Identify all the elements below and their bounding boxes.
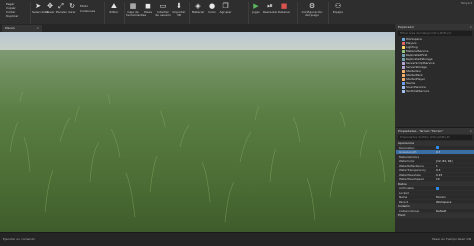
- rotate-icon: ↻: [69, 2, 75, 10]
- tab-place1[interactable]: Place1 ×: [2, 25, 42, 32]
- properties-search-input[interactable]: Propiedades de filtro (Ctrl+Shift+P): [398, 135, 472, 140]
- stop-button[interactable]: ■ Detener: [278, 2, 290, 14]
- select-tool-button[interactable]: ➤ Seleccionar: [32, 2, 49, 14]
- toolbox-icon: ▦: [129, 2, 137, 10]
- material-button[interactable]: ◈ Material: [191, 2, 205, 14]
- explorer-panel: Explorador × Filtrar área de trabajo (Ct…: [396, 24, 474, 126]
- mode-dropdown[interactable]: Modo: [80, 4, 88, 8]
- close-icon[interactable]: ×: [36, 25, 39, 32]
- status-text: Pasar en Tiempo Real: ON: [432, 237, 471, 241]
- part-button[interactable]: ◼ Pieza: [142, 2, 154, 14]
- properties-grid: Apariencia Decoration GrassLength 0.7 Materi…: [396, 141, 474, 218]
- part-icon: ◼: [145, 2, 151, 10]
- 3d-viewport[interactable]: [0, 32, 395, 232]
- terrain-editor-button[interactable]: ⛰ Editor: [107, 2, 121, 14]
- play-icon: ▶: [253, 2, 259, 10]
- scale-tool-button[interactable]: ⤢ Escalar: [56, 2, 67, 14]
- game-settings-icon: ⚙: [308, 2, 316, 10]
- document-tab-bar: Place1 ×: [0, 24, 395, 32]
- property-row[interactable]: WaterWaveSpeed 10: [396, 177, 474, 182]
- property-row[interactable]: CollisionGroup Default: [396, 208, 474, 214]
- property-value[interactable]: Default: [436, 209, 446, 214]
- property-checkbox[interactable]: [436, 146, 439, 150]
- color-button[interactable]: ● Color: [206, 2, 218, 14]
- color-icon: ●: [208, 2, 216, 10]
- group-icon: ❐: [222, 2, 229, 10]
- move-tool-button[interactable]: ✥ Mover: [45, 2, 55, 14]
- rotate-tool-button[interactable]: ↻ Girar: [67, 2, 77, 14]
- property-name: Parent: [399, 199, 408, 204]
- scale-icon: ⤢: [58, 2, 64, 10]
- explorer-header: Explorador ×: [396, 24, 474, 30]
- property-checkbox[interactable]: [436, 186, 439, 190]
- property-value[interactable]: 10: [436, 177, 440, 182]
- duplicate-button[interactable]: Duplicar: [6, 14, 19, 18]
- group-button[interactable]: ❐ Agrupar: [219, 2, 232, 14]
- ui-icon: ▭: [159, 2, 167, 10]
- properties-header: Propiedades - Terrain "Terrain" ×: [396, 128, 474, 134]
- team-icon: ⚇: [334, 2, 342, 10]
- property-row[interactable]: Parent Workspace: [396, 199, 474, 205]
- game-settings-button[interactable]: ⚙ Configuración del juego: [300, 2, 324, 18]
- ui-button[interactable]: ▭ Interfaz de usuario: [155, 2, 171, 18]
- explorer-tree: Workspace Players Lighting MaterialService R…: [396, 37, 474, 93]
- play-button[interactable]: ▶ Jugar: [250, 2, 262, 14]
- material-icon: ◈: [195, 2, 201, 10]
- import-3d-button[interactable]: ⬇ Importar 3D: [172, 2, 186, 18]
- explorer-item[interactable]: TextChatService: [396, 89, 474, 93]
- import-icon: ⬇: [176, 2, 182, 10]
- service-icon: [402, 89, 405, 93]
- property-name: CollisionGroup: [399, 208, 420, 213]
- close-icon[interactable]: ×: [469, 128, 472, 134]
- user-menu[interactable]: Tanya ▾: [461, 1, 472, 5]
- resume-button[interactable]: ⏯ Reanudar: [263, 2, 277, 14]
- close-icon[interactable]: ×: [469, 24, 472, 30]
- command-bar[interactable]: Ejecutar un comando: [3, 237, 35, 241]
- explorer-item-label: TextChatService: [406, 89, 430, 93]
- move-icon: ✥: [47, 2, 53, 10]
- cursor-icon: ➤: [35, 2, 41, 10]
- team-button[interactable]: ⚇ Equipo: [331, 2, 345, 14]
- resume-icon: ⏯: [267, 2, 273, 10]
- properties-panel: Propiedades - Terrain "Terrain" × Propie…: [396, 127, 474, 232]
- property-name: WaterWaveSpeed: [399, 177, 424, 181]
- toolbox-button[interactable]: ▦ Caja de herramientas: [126, 2, 146, 18]
- status-bar: Ejecutar un comando Pasar en Tiempo Real…: [0, 232, 474, 246]
- stop-icon: ■: [280, 2, 288, 10]
- terrain-editor-icon: ⛰: [111, 2, 117, 10]
- grass-blades: [9, 91, 386, 223]
- collisions-toggle[interactable]: Colisiones: [80, 9, 95, 13]
- property-section-header[interactable]: Pivot: [396, 213, 474, 218]
- explorer-search-input[interactable]: Filtrar área de trabajo (Ctrl+Shift+X): [398, 31, 472, 36]
- property-value[interactable]: Workspace: [436, 200, 451, 205]
